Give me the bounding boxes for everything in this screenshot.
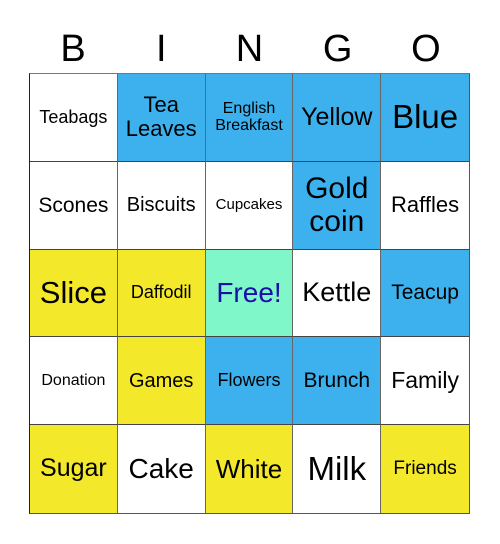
bingo-cell[interactable]: Teabags [30, 74, 118, 162]
bingo-cell[interactable]: Yellow [293, 74, 382, 162]
bingo-card-grid: Teabags Tea Leaves English Breakfast Yellow… [29, 73, 470, 514]
header-letter-b: B [60, 28, 86, 70]
free-space-cell[interactable]: Free! [205, 249, 294, 338]
bingo-cell[interactable]: White [205, 425, 294, 513]
bingo-cell[interactable]: Biscuits [117, 161, 206, 250]
bingo-cell[interactable]: Kettle [293, 249, 382, 338]
bingo-cell[interactable]: Tea Leaves [117, 74, 206, 162]
header-letter-i: I [156, 28, 167, 70]
bingo-cell[interactable]: Teacup [381, 249, 469, 338]
bingo-cell[interactable]: English Breakfast [205, 74, 294, 162]
bingo-cell[interactable]: Flowers [205, 337, 294, 426]
bingo-cell[interactable]: Family [381, 337, 469, 426]
bingo-cell[interactable]: Scones [30, 161, 118, 250]
bingo-cell[interactable]: Cake [117, 425, 206, 513]
bingo-cell[interactable]: Raffles [381, 161, 469, 250]
bingo-cell[interactable]: Games [117, 337, 206, 426]
bingo-cell[interactable]: Sugar [30, 425, 118, 513]
header-letter-n: N [235, 28, 264, 70]
header-letter-o: O [411, 28, 441, 70]
bingo-cell[interactable]: Slice [30, 249, 118, 338]
bingo-cell[interactable]: Milk [293, 425, 382, 513]
bingo-cell[interactable]: Donation [30, 337, 118, 426]
bingo-cell[interactable]: Blue [381, 74, 469, 162]
bingo-cell[interactable]: Friends [381, 425, 469, 513]
bingo-header: B I N G O [29, 26, 470, 72]
header-letter-g: G [322, 28, 353, 70]
bingo-cell[interactable]: Gold coin [293, 161, 382, 250]
bingo-cell[interactable]: Cupcakes [205, 161, 294, 250]
bingo-cell[interactable]: Daffodil [117, 249, 206, 338]
bingo-cell[interactable]: Brunch [293, 337, 382, 426]
